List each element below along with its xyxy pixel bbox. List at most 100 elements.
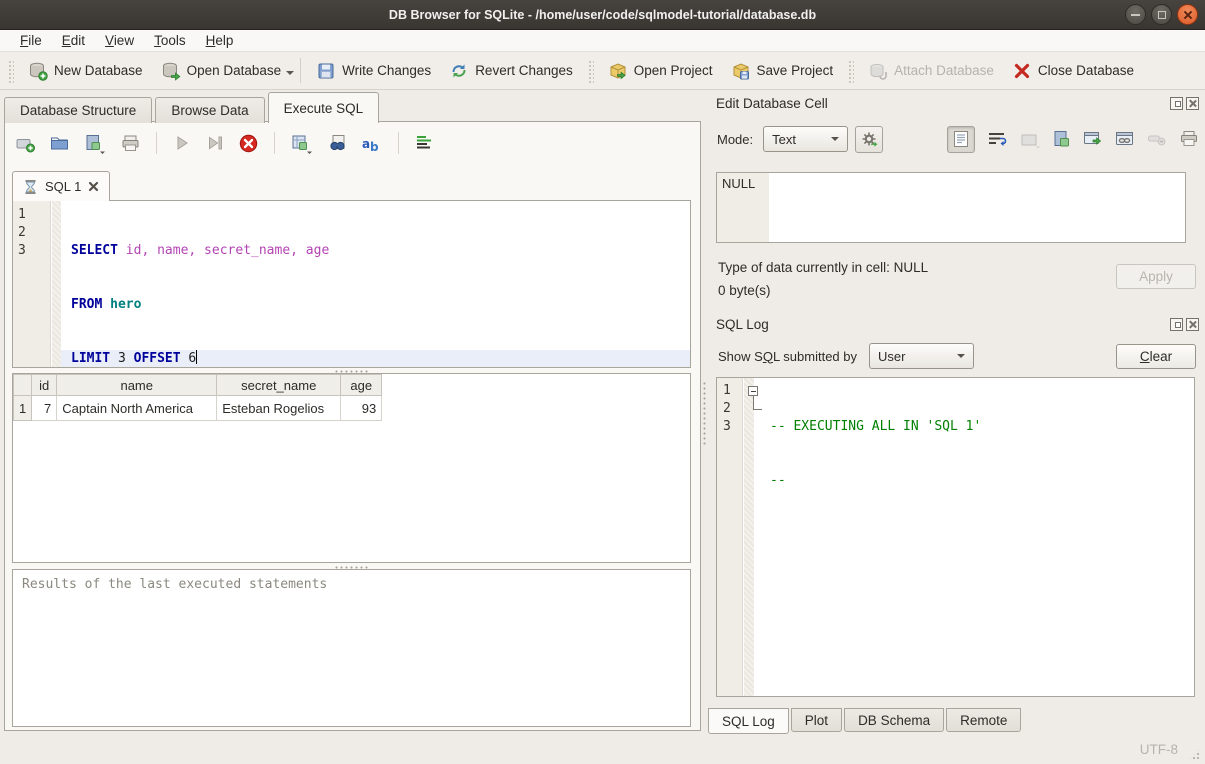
- copy-link-icon[interactable]: [1115, 130, 1135, 148]
- fold-collapse-icon[interactable]: [748, 386, 758, 396]
- log-fold-margin: [744, 378, 754, 696]
- edit-cell-dock-header: Edit Database Cell: [708, 94, 1199, 112]
- toolbar-drag-handle[interactable]: [847, 59, 854, 83]
- text-mode-icon: [953, 130, 969, 148]
- tab-database-structure[interactable]: Database Structure: [4, 97, 152, 123]
- sql-editor-tab[interactable]: SQL 1: [12, 171, 110, 201]
- menu-file[interactable]: File: [10, 32, 52, 49]
- clear-log-button[interactable]: Clear: [1116, 344, 1196, 369]
- edit-cell-dock-title: Edit Database Cell: [716, 96, 828, 111]
- code-line-1: SELECT id, name, secret_name, age: [61, 242, 690, 260]
- results-header-row: id name secret_name age: [14, 375, 382, 396]
- minimize-icon[interactable]: [1125, 4, 1146, 25]
- sql-log-filter-row: Show SQL submitted by User Clear: [718, 341, 1196, 371]
- save-results-icon[interactable]: [290, 133, 314, 154]
- right-dock: Edit Database Cell Mode: Text: [708, 92, 1205, 733]
- tab-sql-log[interactable]: SQL Log: [708, 708, 789, 734]
- column-header-id[interactable]: id: [32, 375, 57, 396]
- export-data-icon[interactable]: [1053, 130, 1071, 148]
- sql-toolbar-separator: [156, 132, 157, 154]
- tab-browse-data[interactable]: Browse Data: [155, 97, 264, 123]
- open-project-icon: [608, 61, 628, 81]
- close-icon[interactable]: [1177, 4, 1198, 25]
- cell-secret-name[interactable]: Esteban Rogelios: [217, 396, 341, 421]
- find-replace-icon[interactable]: [327, 133, 348, 154]
- close-database-button[interactable]: Close Database: [1003, 57, 1143, 85]
- tab-execute-sql[interactable]: Execute SQL: [268, 92, 380, 123]
- sql-log-view[interactable]: 1 2 3 -- EXECUTING ALL IN 'SQL 1' --: [716, 377, 1195, 697]
- column-header-secret-name[interactable]: secret_name: [217, 375, 341, 396]
- resize-grip[interactable]: [1188, 748, 1201, 761]
- table-row[interactable]: 1 7 Captain North America Esteban Rogeli…: [14, 396, 382, 421]
- print-icon[interactable]: [1179, 130, 1199, 148]
- open-database-button[interactable]: Open Database: [152, 57, 291, 85]
- close-panel-icon[interactable]: [1186, 97, 1199, 110]
- close-tab-icon[interactable]: [88, 181, 99, 192]
- toolbar-separator: [300, 58, 301, 83]
- float-panel-icon[interactable]: [1170, 97, 1183, 110]
- results-message-area[interactable]: Results of the last executed statements: [12, 569, 691, 727]
- revert-changes-button[interactable]: Revert Changes: [440, 57, 582, 85]
- menu-view[interactable]: View: [95, 32, 144, 49]
- cell-value-editor[interactable]: NULL: [716, 172, 1186, 243]
- menubar: File Edit View Tools Help: [0, 30, 1205, 52]
- code-line-2: FROM hero: [61, 296, 690, 314]
- cell-name[interactable]: Captain North America: [57, 396, 217, 421]
- write-changes-button[interactable]: Write Changes: [307, 57, 440, 85]
- auto-switch-mode-button[interactable]: [855, 126, 883, 153]
- menu-tools[interactable]: Tools: [144, 32, 196, 49]
- remove-link-icon: [1147, 130, 1167, 148]
- open-sql-file-icon[interactable]: [49, 133, 70, 154]
- open-external-icon[interactable]: [1083, 130, 1103, 148]
- text-cursor: [196, 350, 197, 364]
- cell-age[interactable]: 93: [341, 396, 382, 421]
- close-database-icon: [1012, 61, 1032, 81]
- tab-plot[interactable]: Plot: [791, 708, 842, 732]
- sql-log-dock-title: SQL Log: [716, 317, 769, 332]
- svg-text:b: b: [370, 140, 379, 154]
- open-database-dropdown-icon[interactable]: [286, 71, 294, 79]
- results-grid[interactable]: id name secret_name age 1 7 Captain Nort…: [12, 373, 691, 563]
- new-sql-tab-icon[interactable]: [15, 133, 36, 154]
- toolbar-drag-handle[interactable]: [7, 59, 14, 83]
- column-header-name[interactable]: name: [57, 375, 217, 396]
- execute-sql-panel: ab SQL 1 1 2 3 SELECT id, name, secret_n…: [4, 121, 701, 731]
- auto-switch-mode-icon: [860, 130, 878, 148]
- apply-button: Apply: [1116, 264, 1196, 289]
- format-sql-icon[interactable]: [414, 133, 434, 153]
- open-project-button[interactable]: Open Project: [599, 57, 722, 85]
- close-panel-icon[interactable]: [1186, 318, 1199, 331]
- tab-db-schema[interactable]: DB Schema: [844, 708, 944, 732]
- print-icon[interactable]: [120, 133, 141, 154]
- sql-toolbar-separator: [398, 132, 399, 154]
- column-header-age[interactable]: age: [341, 375, 382, 396]
- menu-edit[interactable]: Edit: [52, 32, 95, 49]
- write-changes-icon: [316, 61, 336, 81]
- float-panel-icon[interactable]: [1170, 318, 1183, 331]
- maximize-icon[interactable]: [1151, 4, 1172, 25]
- attach-database-icon: [868, 61, 888, 81]
- cell-size-info: 0 byte(s): [718, 283, 771, 298]
- submitted-by-combobox[interactable]: User: [869, 343, 974, 369]
- save-sql-file-icon[interactable]: [83, 133, 107, 154]
- text-mode-button[interactable]: [947, 126, 975, 153]
- cell-id[interactable]: 7: [32, 396, 57, 421]
- main-tabbar: Database Structure Browse Data Execute S…: [4, 92, 382, 123]
- tab-remote[interactable]: Remote: [946, 708, 1021, 732]
- word-wrap-icon[interactable]: [987, 130, 1007, 148]
- save-project-icon: [731, 61, 751, 81]
- editor-code[interactable]: SELECT id, name, secret_name, age FROM h…: [61, 201, 690, 367]
- vertical-splitter-handle[interactable]: [701, 92, 708, 733]
- auto-completion-icon[interactable]: ab: [361, 133, 383, 154]
- toolbar-drag-handle[interactable]: [587, 59, 594, 83]
- code-line-3: LIMIT 3 OFFSET 6: [61, 350, 690, 368]
- mode-combobox[interactable]: Text: [763, 126, 848, 152]
- save-project-button[interactable]: Save Project: [722, 57, 843, 85]
- revert-changes-icon: [449, 61, 469, 81]
- new-database-button[interactable]: New Database: [19, 57, 152, 85]
- sql-editor[interactable]: 1 2 3 SELECT id, name, secret_name, age …: [12, 200, 691, 368]
- stop-icon[interactable]: [238, 133, 259, 154]
- log-line-1: -- EXECUTING ALL IN 'SQL 1': [763, 418, 1194, 436]
- menu-help[interactable]: Help: [196, 32, 244, 49]
- editor-line-numbers: 1 2 3: [13, 201, 51, 367]
